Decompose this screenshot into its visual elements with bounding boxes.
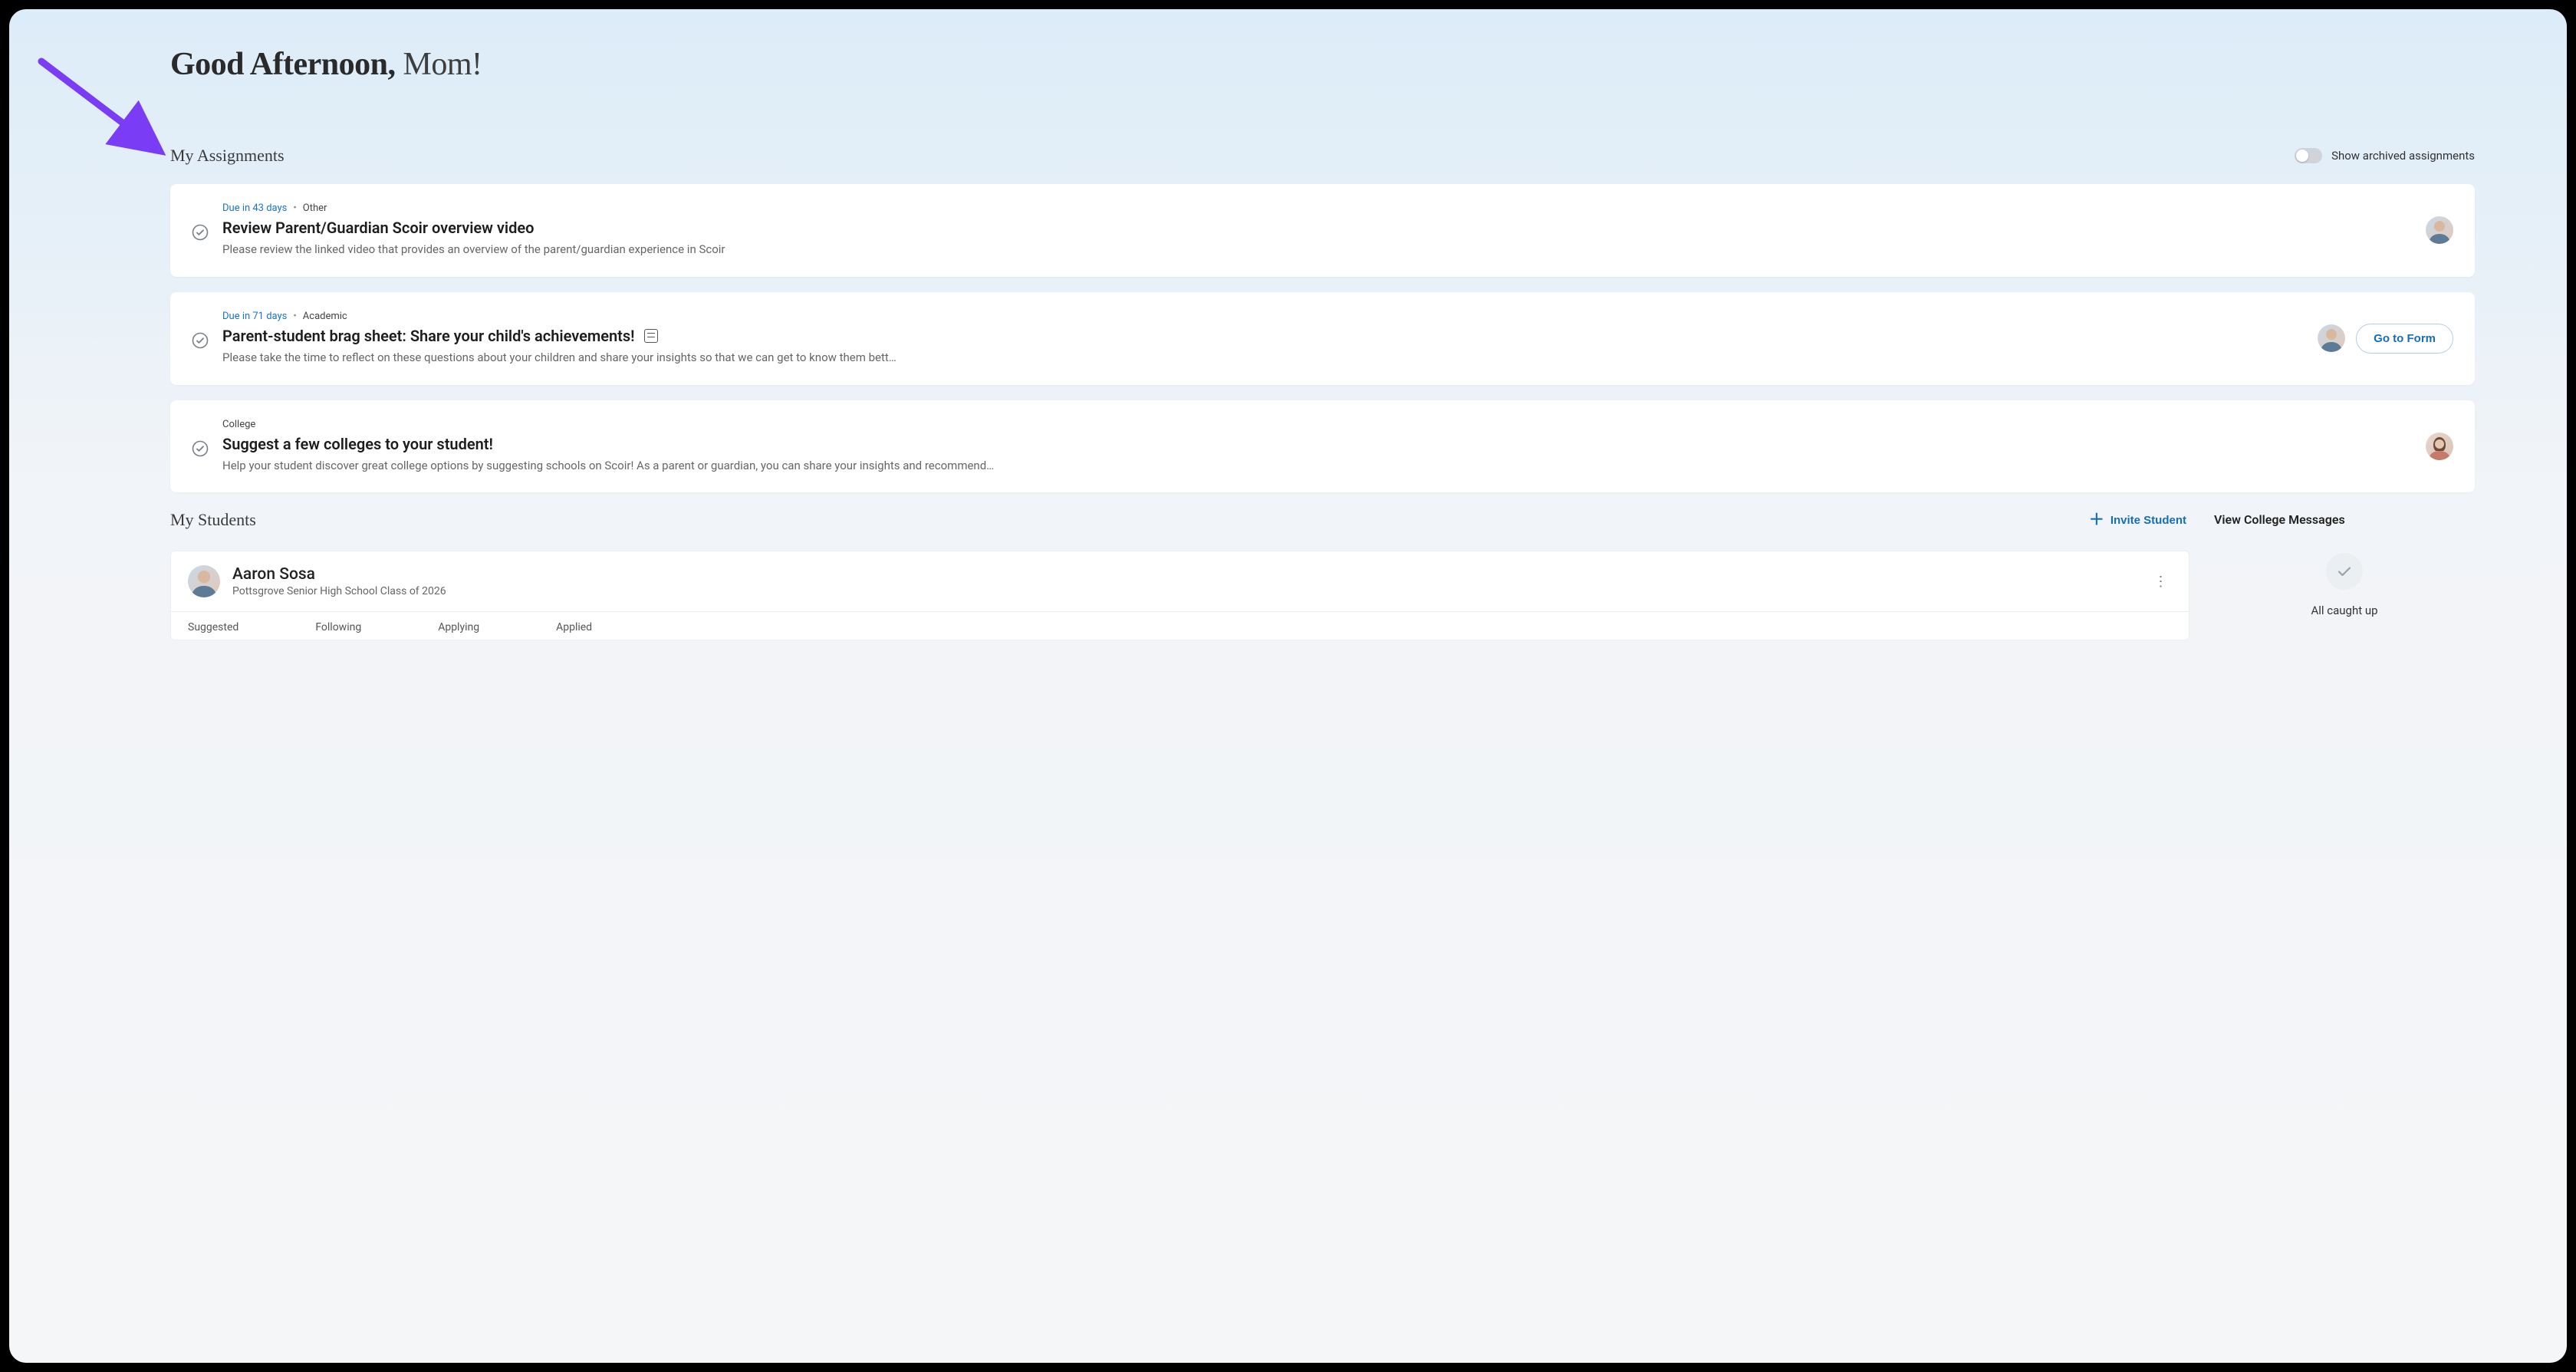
tab-following[interactable]: Following	[315, 621, 361, 633]
assignment-description: Help your student discover great college…	[222, 458, 2412, 475]
due-label: Due in 43 days	[222, 202, 287, 214]
show-archived-label: Show archived assignments	[2331, 149, 2475, 163]
student-subtitle: Pottsgrove Senior High School Class of 2…	[232, 585, 2138, 597]
complete-status-icon[interactable]	[192, 224, 209, 241]
all-caught-up-text: All caught up	[2311, 604, 2377, 617]
invite-student-button[interactable]: ＋ Invite Student	[2086, 508, 2189, 532]
student-avatar[interactable]	[188, 565, 220, 597]
assignment-card[interactable]: Due in 43 days • Other Review Parent/Gua…	[170, 184, 2475, 277]
category-label: Academic	[303, 311, 347, 322]
go-to-form-button[interactable]: Go to Form	[2356, 324, 2453, 354]
assignment-card[interactable]: College Suggest a few colleges to your s…	[170, 400, 2475, 493]
tab-applying[interactable]: Applying	[438, 621, 479, 633]
student-options-menu[interactable]: ⋮	[2150, 571, 2172, 592]
assignment-description: Please review the linked video that prov…	[222, 242, 2412, 258]
category-label: Other	[303, 202, 327, 214]
show-archived-toggle[interactable]	[2295, 148, 2322, 163]
student-name[interactable]: Aaron Sosa	[232, 565, 2138, 584]
assignment-title: Suggest a few colleges to your student!	[222, 435, 493, 453]
greeting-prefix: Good Afternoon,	[170, 47, 396, 82]
separator-dot: •	[293, 311, 296, 322]
student-card: Aaron Sosa Pottsgrove Senior High School…	[170, 551, 2189, 640]
student-avatar[interactable]	[2318, 324, 2345, 352]
category-label: College	[222, 419, 255, 430]
check-icon	[2326, 553, 2363, 590]
dashboard-frame: Good Afternoon, Mom! My Assignments Show…	[9, 9, 2567, 1363]
separator-dot: •	[293, 202, 296, 214]
my-students-heading: My Students	[170, 510, 256, 530]
assignment-title: Parent-student brag sheet: Share your ch…	[222, 327, 635, 345]
form-icon	[644, 329, 658, 343]
complete-status-icon[interactable]	[192, 332, 209, 349]
assignment-description: Please take the time to reflect on these…	[222, 350, 2304, 367]
plus-icon: ＋	[2089, 512, 2104, 528]
page-greeting: Good Afternoon, Mom!	[170, 46, 2475, 83]
invite-student-label: Invite Student	[2110, 514, 2186, 527]
assignment-title: Review Parent/Guardian Scoir overview vi…	[222, 219, 534, 237]
college-messages-heading[interactable]: View College Messages	[2214, 512, 2475, 527]
tab-applied[interactable]: Applied	[556, 621, 592, 633]
assignments-heading: My Assignments	[170, 146, 285, 166]
assignment-card[interactable]: Due in 71 days • Academic Parent-student…	[170, 292, 2475, 385]
student-avatar[interactable]	[2426, 433, 2453, 460]
due-label: Due in 71 days	[222, 311, 287, 322]
student-avatar[interactable]	[2426, 216, 2453, 244]
complete-status-icon[interactable]	[192, 440, 209, 457]
tab-suggested[interactable]: Suggested	[188, 621, 239, 633]
greeting-name: Mom	[403, 47, 472, 82]
greeting-suffix: !	[472, 47, 482, 82]
